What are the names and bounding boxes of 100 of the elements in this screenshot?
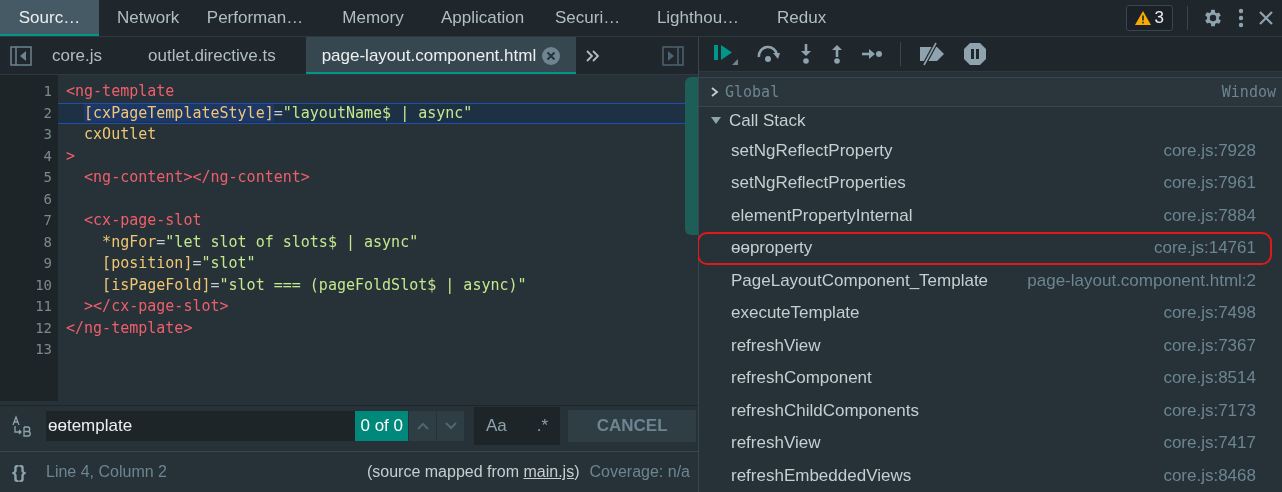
panel-tab[interactable]: Performan… (187, 0, 323, 36)
line-number: 12 (34, 318, 53, 338)
replace-toggle-icon[interactable] (10, 413, 34, 438)
code-token: "layoutName$ | async" (282, 103, 473, 122)
match-case-button[interactable]: Aa (482, 415, 511, 436)
close-icon[interactable] (1258, 10, 1274, 26)
panel-tab[interactable]: Memory (323, 0, 423, 36)
scope-value: Window (1221, 82, 1276, 101)
code-token: ></cx-page-slot> (83, 297, 229, 315)
frame-location: core.js:7367 (1162, 335, 1256, 356)
match-count: 0 of 0 (355, 410, 408, 441)
function-name: elementPropertyInternal (731, 205, 913, 226)
step-into-icon[interactable] (799, 43, 813, 66)
line-number: 2 (42, 103, 53, 123)
code-token: = (210, 275, 220, 294)
step-out-icon[interactable] (830, 43, 844, 66)
function-name: PageLayoutComponent_Template (731, 270, 989, 291)
deactivate-breakpoints-icon[interactable] (918, 42, 946, 67)
panel-tab[interactable]: Redux (759, 0, 845, 36)
coverage-info: Coverage: n/a (589, 463, 690, 482)
code-token: = (273, 103, 283, 122)
scope-name: Global (725, 82, 780, 101)
step-over-icon[interactable] (756, 44, 782, 65)
code-token: <ng-content></ng-content> (83, 168, 310, 186)
panel-tab[interactable]: Lighthou… (637, 0, 759, 36)
call-frame[interactable]: refreshComponent core.js:8514 (699, 362, 1282, 395)
call-frame[interactable]: elementPropertyInternal core.js:7884 (699, 199, 1282, 232)
code-token: = (156, 232, 166, 251)
cursor-position: Line 4, Column 2 (46, 463, 167, 482)
function-name: setNgReflectProperty (731, 140, 893, 161)
line-number: 1 (42, 82, 53, 101)
call-frame[interactable]: refreshChildComponents core.js:7173 (699, 394, 1282, 427)
code-token: [isPageFold] (101, 275, 211, 294)
line-number: 4 (42, 146, 53, 166)
frame-location: core.js:7928 (1162, 140, 1256, 161)
frame-location: core.js:7417 (1162, 433, 1256, 454)
frame-location: core.js:7961 (1162, 173, 1256, 194)
frame-location: core.js:7884 (1162, 205, 1256, 226)
sidebar-toggle-icon[interactable] (10, 45, 32, 66)
frame-location: core.js:14761 (1152, 238, 1256, 259)
line-number: 13 (34, 340, 53, 359)
pause-on-exceptions-icon[interactable] (963, 42, 987, 67)
code-token: "slot" (201, 254, 256, 272)
call-frame[interactable]: setNgReflectProperty core.js:7928 (699, 134, 1282, 167)
call-frame[interactable]: PageLayoutComponent_Template page-layout.component.html:2 (699, 264, 1282, 297)
step-icon[interactable] (861, 47, 883, 62)
code-token: <cx-page-slot (83, 211, 202, 229)
code-token: cxOutlet (83, 125, 157, 143)
file-tab[interactable]: outlet.directive.ts (132, 37, 306, 74)
line-number: 10 (34, 275, 53, 295)
chevron-down-icon (444, 421, 457, 430)
file-tab[interactable]: page-layout.component.html (305, 37, 577, 74)
more-tabs-icon[interactable] (586, 49, 601, 62)
chevron-up-icon (416, 421, 429, 430)
code-token: "slot === (pageFoldSlot$ | async)" (219, 275, 527, 294)
line-number: 11 (34, 297, 53, 316)
call-frame[interactable]: refreshView core.js:7367 (699, 329, 1282, 362)
line-number: 8 (42, 232, 53, 252)
warning-icon (1134, 11, 1151, 25)
line-number: 6 (42, 189, 53, 209)
regex-button[interactable]: .* (532, 415, 553, 436)
line-number: 5 (42, 168, 53, 187)
source-map-info: (source mapped from main.js) (366, 463, 580, 482)
function-name: setNgReflectProperties (731, 173, 906, 194)
call-stack-title: Call Stack (729, 110, 806, 131)
call-frame[interactable]: refreshView core.js:7417 (699, 427, 1282, 460)
code-token: = (192, 254, 202, 272)
function-name: refreshView (731, 433, 821, 454)
call-frame[interactable]: setNgReflectProperties core.js:7961 (699, 167, 1282, 200)
call-frame[interactable]: ɵɵproperty core.js:14761 (697, 232, 1272, 265)
frame-location: core.js:7173 (1162, 400, 1256, 421)
line-number: 3 (42, 125, 53, 144)
function-name: refreshComponent (731, 368, 872, 389)
settings-icon[interactable] (1202, 7, 1224, 29)
call-frame[interactable]: refreshEmbeddedViews core.js:8468 (699, 459, 1282, 492)
source-link[interactable]: main.js (523, 463, 575, 481)
frame-location: core.js:8514 (1162, 368, 1256, 389)
scrollbar[interactable] (685, 77, 698, 235)
line-number: 9 (42, 254, 53, 273)
code-token: </ng-template> (66, 318, 193, 337)
panel-tab[interactable]: Network (99, 0, 187, 36)
panel-tab[interactable]: Securi… (537, 0, 637, 36)
more-icon[interactable] (1238, 8, 1244, 28)
function-name: refreshView (731, 335, 821, 356)
search-field[interactable]: ɵɵtemplate (46, 410, 356, 441)
panel-tab[interactable]: Application (423, 0, 537, 36)
call-stack-header[interactable]: Call Stack (699, 106, 1282, 135)
resume-icon[interactable] (713, 42, 739, 67)
frame-location: core.js:7498 (1162, 303, 1256, 324)
warnings-badge[interactable]: 3 (1125, 5, 1173, 31)
call-frame[interactable]: executeTemplate core.js:7498 (699, 297, 1282, 330)
panel-tab[interactable]: Sourc… (0, 0, 99, 36)
warnings-count: 3 (1154, 8, 1164, 28)
debugger-toggle-icon[interactable] (662, 45, 684, 66)
expand-arrow-icon (711, 116, 721, 125)
code-token: > (66, 146, 76, 165)
file-tab[interactable]: core.js (46, 37, 133, 74)
code-token: [position] (101, 254, 193, 272)
pretty-print-button[interactable]: {} (12, 461, 26, 483)
close-tab-icon[interactable] (542, 46, 561, 65)
